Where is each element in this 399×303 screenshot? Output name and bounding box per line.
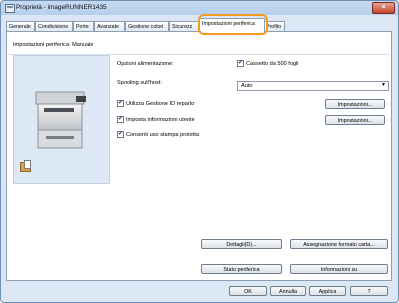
- title-bar[interactable]: Proprietà - imageRUNNER1435 ×: [1, 1, 398, 15]
- tab-generale[interactable]: Generale: [6, 21, 35, 31]
- tab-sicurezza[interactable]: Sicurezz: [169, 21, 199, 31]
- user-info-label: Imposta informazioni utente: [126, 117, 195, 123]
- settings-button-1[interactable]: Impostazioni...: [325, 99, 385, 109]
- cancel-button[interactable]: Annulla: [270, 286, 306, 296]
- power-options-label: Opzioni alimentazione:: [117, 61, 174, 67]
- dialog-footer: OK Annulla Applica ?: [1, 283, 398, 302]
- cassette-label: Cassetto da 500 fogli: [246, 61, 299, 67]
- tab-highlight: [198, 14, 268, 35]
- info-button[interactable]: Informazioni su: [290, 264, 388, 274]
- spooling-select[interactable]: Auto ▼: [237, 81, 389, 91]
- dept-id-checkbox[interactable]: [117, 99, 124, 107]
- chevron-down-icon: ▼: [381, 82, 386, 88]
- device-status-button[interactable]: Stato periferica: [201, 264, 282, 274]
- properties-window: Proprietà - imageRUNNER1435 × Generale C…: [0, 0, 399, 303]
- device-settings-panel: Impostazioni periferica: Manuale Opzioni…: [6, 31, 392, 281]
- apply-button[interactable]: Applica: [309, 286, 346, 296]
- tab-porte[interactable]: Porte: [73, 21, 94, 31]
- dept-id-label: Utilizza Gestione ID reparto: [126, 101, 195, 107]
- help-button[interactable]: ?: [350, 286, 388, 296]
- ok-button[interactable]: OK: [229, 286, 267, 296]
- tab-gestione-colori[interactable]: Gestione colori: [125, 21, 169, 31]
- printer-preview: [13, 55, 110, 184]
- device-setting-label: Impostazioni periferica: Manuale: [13, 42, 94, 48]
- user-info-checkbox[interactable]: [117, 115, 124, 123]
- close-button[interactable]: ×: [372, 2, 395, 14]
- details-button[interactable]: Dettagli(D)...: [201, 239, 282, 249]
- window-title: Proprietà - imageRUNNER1435: [16, 4, 107, 11]
- tab-avanzate[interactable]: Avanzate: [94, 21, 125, 31]
- paper-format-button[interactable]: Assegnazione formato carta...: [290, 239, 388, 249]
- document-icon: [24, 160, 31, 169]
- cassette-checkbox[interactable]: [237, 59, 244, 67]
- secure-print-checkbox[interactable]: [117, 130, 124, 138]
- secure-print-label: Consenti uso stampa protetta: [126, 132, 200, 138]
- settings-button-2[interactable]: Impostazioni...: [325, 115, 385, 125]
- spooling-label: Spooling sull'host:: [117, 80, 162, 86]
- tab-condivisione[interactable]: Condivisione: [35, 21, 73, 31]
- spooling-value: Auto: [241, 83, 253, 89]
- printer-app-icon: [5, 4, 15, 13]
